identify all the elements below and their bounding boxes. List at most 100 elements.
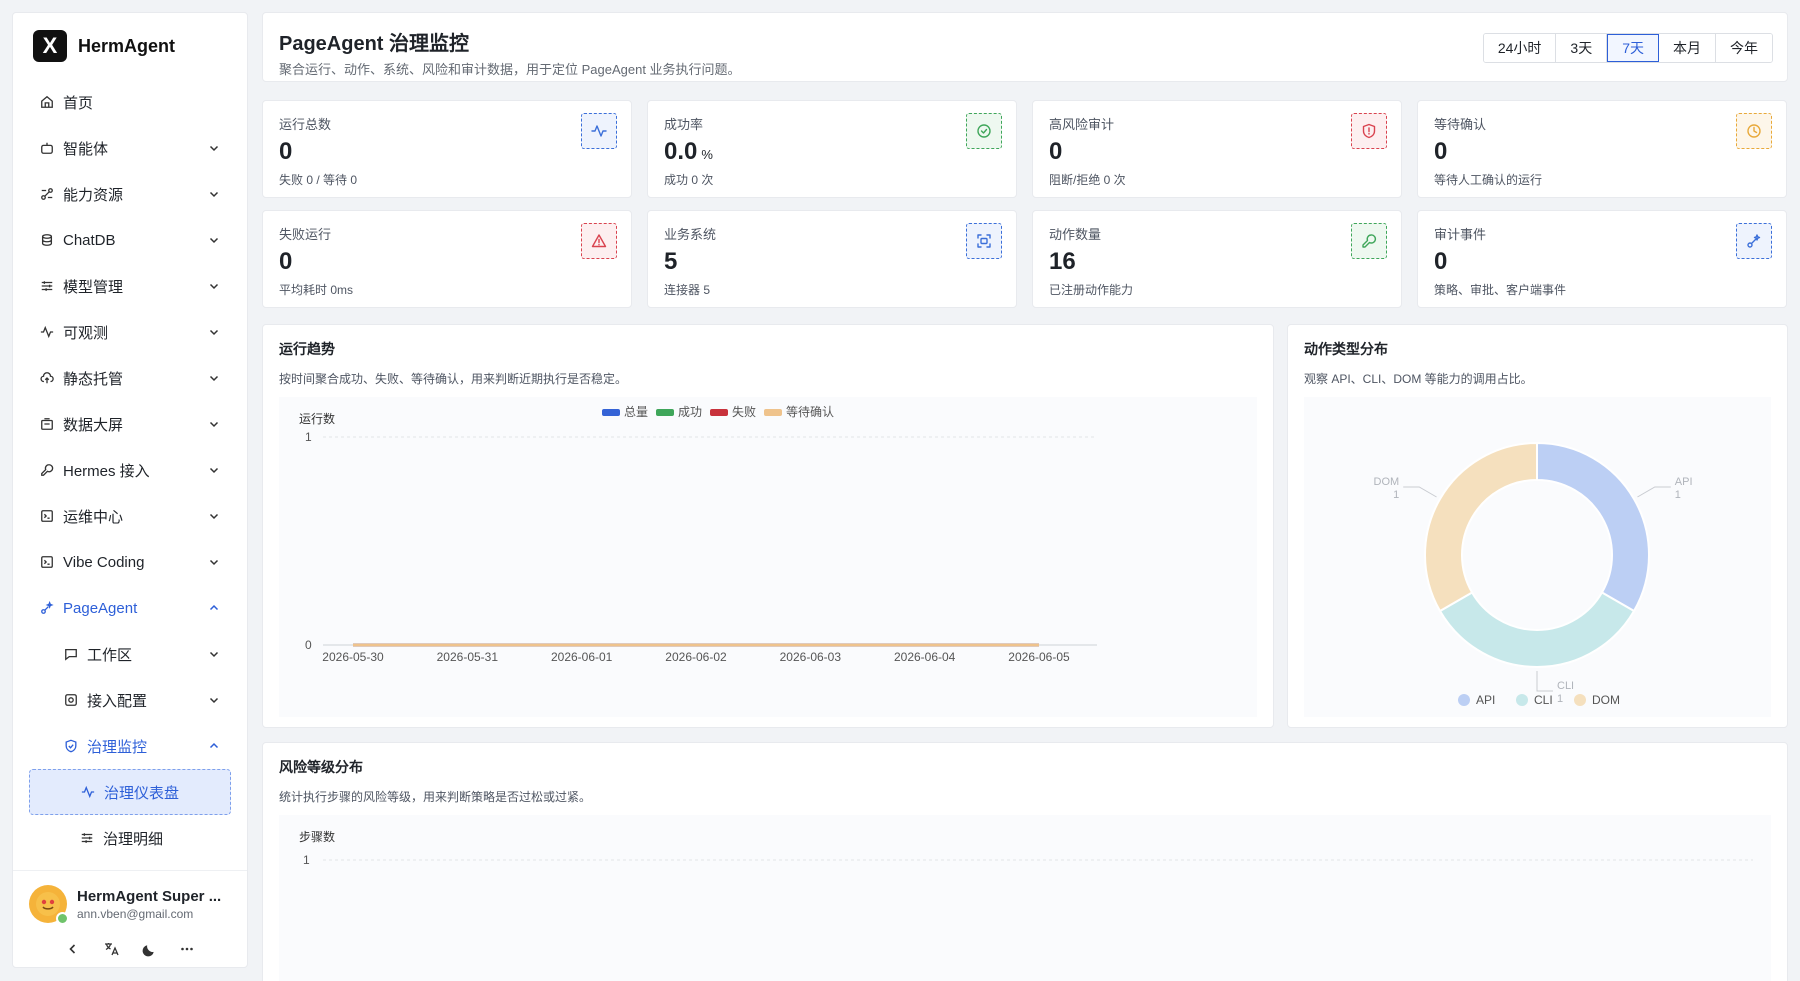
sidebar-item-dashboard[interactable]: 数据大屏 [29,401,231,447]
pie-label-line [1637,486,1671,498]
sidebar-item-label: 治理监控 [87,738,148,756]
risk-level-chart-svg: 步骤数 1 [299,829,1753,867]
legend-swatch [1574,694,1586,706]
chevron-down-icon [207,417,221,431]
user-email: ann.vben@gmail.com [77,906,194,921]
range-month-button[interactable]: 本月 [1659,34,1716,62]
sidebar-item-label: 治理仪表盘 [104,784,180,802]
sidebar-item-workspace[interactable]: 工作区 [29,631,231,677]
sidebar-item-label: 数据大屏 [63,416,124,434]
sidebar-item-vibe-coding[interactable]: Vibe Coding [29,539,231,585]
sidebar-item-governance-dashboard[interactable]: 治理仪表盘 [29,769,231,815]
range-24h-button[interactable]: 24小时 [1483,34,1557,62]
chevron-down-icon [207,233,221,247]
stat-card: 成功率 0.0% 成功 0 次 [647,100,1017,198]
sidebar-item-observability[interactable]: 可观测 [29,309,231,355]
user-tools [29,937,231,961]
collapse-icon[interactable] [65,941,81,957]
brand[interactable]: X HermAgent [13,13,247,79]
sidebar-item-label: Hermes 接入 [63,462,150,480]
sidebar-item-label: 智能体 [63,140,109,158]
terminal-icon [39,554,55,570]
legend-label: DOM [1592,693,1620,707]
sidebar-item-label: ChatDB [63,231,116,249]
brand-logo: X [33,30,67,62]
legend-item: API [1458,693,1495,707]
pie-label-line [1403,486,1437,498]
stat-label: 等待确认 [1434,117,1487,132]
stat-label: 高风险审计 [1049,117,1115,132]
sidebar-item-home[interactable]: 首页 [29,79,231,125]
sliders-icon [79,830,95,846]
sidebar-item-label: 工作区 [87,646,133,664]
sidebar-item-label: PageAgent [63,599,138,617]
legend-item: 总量 [602,405,648,419]
stat-subtext: 策略、审批、客户端事件 [1434,283,1567,297]
stat-card: 审计事件 0 策略、审批、客户端事件 [1417,210,1787,308]
sidebar-item-label: Vibe Coding [63,553,145,571]
translate-icon[interactable] [103,941,119,957]
sidebar-item-label: 接入配置 [87,692,148,710]
legend-swatch [1458,694,1470,706]
sidebar-item-label: 可观测 [63,324,109,342]
stat-label: 动作数量 [1049,227,1102,242]
pie-label-name: DOM [1374,476,1400,488]
pie-label-line [1536,671,1553,692]
stat-label: 审计事件 [1434,227,1487,242]
chevron-down-icon [207,509,221,523]
stat-subtext: 成功 0 次 [664,173,714,187]
action-type-panel: 动作类型分布 观察 API、CLI、DOM 等能力的调用占比。 API 1 CLI 1… [1287,324,1788,728]
user-profile[interactable]: HermAgent Super ... ann.vben@gmail.com [29,885,231,925]
chevron-down-icon [207,279,221,293]
sidebar-item-chatdb[interactable]: ChatDB [29,217,231,263]
stat-label: 失败运行 [279,227,332,242]
more-icon[interactable] [179,941,195,957]
range-3d-button[interactable]: 3天 [1556,34,1608,62]
stat-subtext: 失败 0 / 等待 0 [279,173,358,187]
sidebar-item-pageagent[interactable]: PageAgent [29,585,231,631]
stat-value: 0 [1049,138,1385,166]
sidebar-item-models[interactable]: 模型管理 [29,263,231,309]
moon-icon[interactable] [141,941,157,957]
range-7d-button[interactable]: 7天 [1607,34,1659,62]
legend-label: CLI [1534,693,1553,707]
sidebar-item-hermes[interactable]: Hermes 接入 [29,447,231,493]
sidebar-item-governance[interactable]: 治理监控 [29,723,231,769]
legend-item: CLI [1516,693,1553,707]
stat-card: 失败运行 0 平均耗时 0ms [262,210,632,308]
stat-label: 业务系统 [664,227,717,242]
legend-label: 失败 [732,404,756,419]
stat-unit: % [701,147,713,162]
activity-icon [581,113,617,149]
legend-item: 等待确认 [764,405,834,419]
sidebar-item-access-config[interactable]: 接入配置 [29,677,231,723]
chevron-down-icon [207,463,221,477]
stat-value-number: 0 [1434,138,1448,165]
sidebar-item-agents[interactable]: 智能体 [29,125,231,171]
chevron-down-icon [207,187,221,201]
legend-swatch [656,409,674,416]
sidebar-item-ops[interactable]: 运维中心 [29,493,231,539]
x-tick-label: 2026-06-05 [1008,650,1070,664]
x-tick-label: 2026-06-01 [551,650,613,664]
sidebar-item-resources[interactable]: 能力资源 [29,171,231,217]
range-year-button[interactable]: 今年 [1716,34,1772,62]
sidebar-item-governance-detail[interactable]: 治理明细 [29,815,231,861]
user-block: HermAgent Super ... ann.vben@gmail.com [13,870,247,967]
home-icon [39,94,55,110]
brand-name: HermAgent [78,35,176,56]
sidebar-item-label: 首页 [63,94,94,112]
sparkle-icon [1736,223,1772,259]
pie-label-value: 1 [1557,693,1563,705]
sidebar-item-hosting[interactable]: 静态托管 [29,355,231,401]
sidebar-item-label: 治理明细 [103,830,164,848]
legend-swatch [764,409,782,416]
bot-icon [39,140,55,156]
stat-value: 0.0% [664,138,1000,166]
legend-label: API [1476,693,1495,707]
stat-value-number: 5 [664,248,678,275]
pie-slice [1438,591,1636,668]
chevron-down-icon [207,693,221,707]
shield-icon [63,738,79,754]
user-name: HermAgent Super ... [77,887,222,905]
